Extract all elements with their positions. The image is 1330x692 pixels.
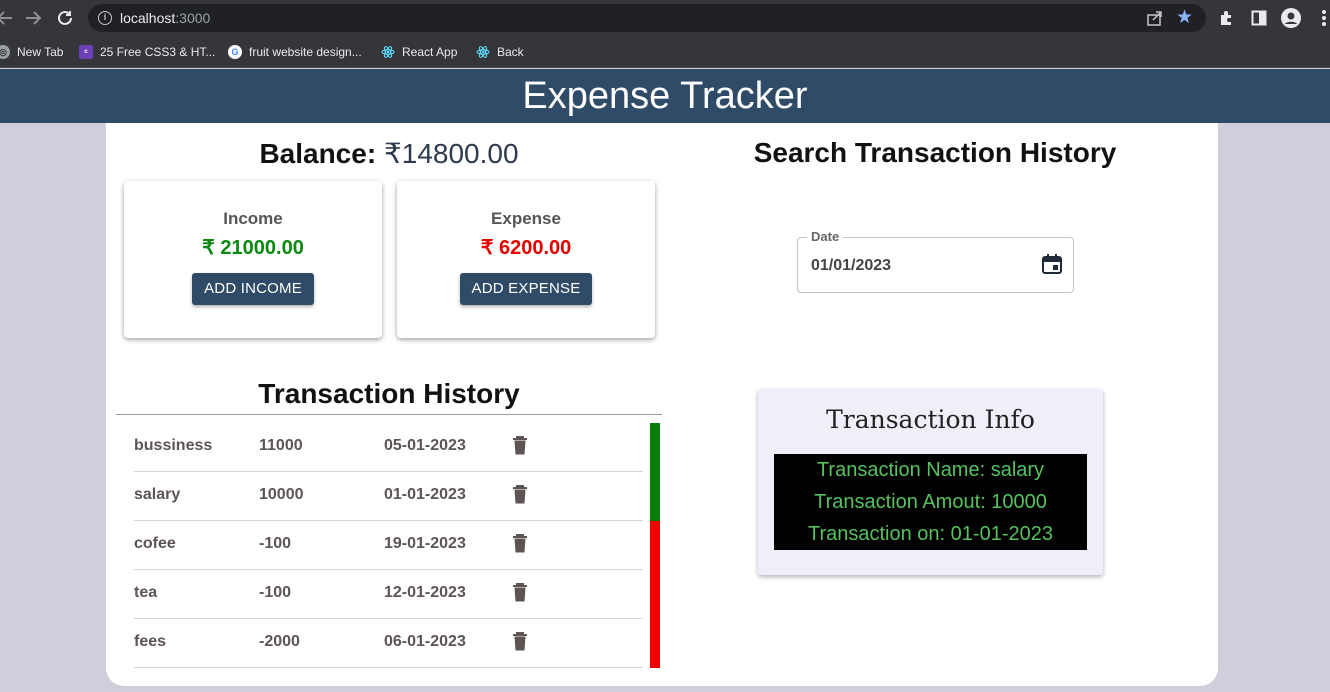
income-label: Income — [223, 209, 283, 228]
transaction-amount: -2000 — [259, 633, 300, 650]
transaction-info-name: Transaction Name: salary — [816, 459, 1045, 481]
transaction-name: fees — [134, 633, 167, 650]
delete-trash-icon[interactable] — [512, 533, 530, 555]
app-title: Expense Tracker — [522, 75, 808, 117]
globe-icon: ◎ — [0, 45, 10, 59]
transaction-info-title: Transaction Info — [826, 405, 1035, 434]
date-input[interactable]: 01/01/2023 — [811, 257, 891, 275]
react-icon — [476, 45, 490, 59]
add-income-button[interactable]: ADD INCOME — [192, 273, 314, 305]
transaction-amount: -100 — [259, 584, 292, 601]
add-expense-button[interactable]: ADD EXPENSE — [459, 273, 593, 305]
income-card: Income ₹ 21000.00 ADD INCOME — [124, 181, 382, 338]
colorlib-icon: c — [79, 45, 93, 59]
transaction-date: 12-01-2023 — [384, 584, 466, 601]
balance-label: Balance: — [259, 138, 377, 169]
bookmark-new-tab[interactable]: ◎ New Tab — [0, 43, 63, 61]
date-field-label: Date — [807, 229, 844, 244]
reload-icon[interactable] — [54, 7, 76, 29]
bookmarks-bar: ◎ New Tab c 25 Free CSS3 & HT... G fruit… — [0, 36, 1330, 68]
side-panel-icon[interactable] — [1249, 8, 1269, 28]
back-arrow-icon[interactable] — [0, 7, 16, 29]
share-icon[interactable] — [1146, 9, 1164, 27]
transaction-row: cofee -100 19-01-2023 — [134, 521, 643, 570]
browser-toolbar: i localhost:3000 ★ — [0, 0, 1330, 36]
delete-trash-icon[interactable] — [512, 484, 530, 506]
transaction-amount: 11000 — [259, 437, 303, 454]
bookmark-star-icon[interactable]: ★ — [1176, 6, 1193, 29]
calendar-icon[interactable] — [1041, 253, 1063, 275]
expense-label: Expense — [491, 209, 561, 228]
transaction-date: 19-01-2023 — [384, 535, 466, 552]
transaction-name: salary — [134, 486, 181, 503]
search-history-title: Search Transaction History — [753, 137, 1117, 168]
transaction-date: 06-01-2023 — [384, 633, 466, 650]
url-text: localhost:3000 — [120, 10, 211, 26]
bookmark-label: 25 Free CSS3 & HT... — [100, 45, 216, 59]
transaction-row: tea -100 12-01-2023 — [134, 570, 643, 619]
delete-trash-icon[interactable] — [512, 631, 530, 653]
address-bar[interactable]: i localhost:3000 ★ — [88, 4, 1206, 32]
transaction-row: fees -2000 06-01-2023 — [134, 619, 643, 668]
expense-indicator-bar — [650, 570, 660, 619]
profile-avatar-icon[interactable] — [1281, 8, 1301, 28]
transaction-name: bussiness — [134, 437, 213, 454]
transaction-amount: -100 — [259, 535, 292, 552]
bookmark-label: New Tab — [17, 45, 64, 59]
expense-indicator-bar — [650, 619, 660, 668]
bookmark-label: React App — [402, 45, 458, 59]
bookmark-css3[interactable]: c 25 Free CSS3 & HT... — [79, 43, 215, 61]
forward-arrow-icon[interactable] — [22, 7, 44, 29]
transaction-name: tea — [134, 584, 158, 601]
transaction-info-amount: Transaction Amout: 10000 — [814, 491, 1047, 513]
transaction-info-card: Transaction Info Transaction Name: salar… — [758, 389, 1103, 575]
transaction-info-details: Transaction Name: salary Transaction Amo… — [774, 454, 1087, 550]
income-indicator-bar — [650, 423, 660, 472]
delete-trash-icon[interactable] — [512, 582, 530, 604]
bookmark-react-app[interactable]: React App — [381, 43, 457, 61]
transaction-row: bussiness 11000 05-01-2023 — [134, 423, 643, 472]
income-amount: ₹ 21000.00 — [202, 237, 304, 259]
expense-card: Expense ₹ 6200.00 ADD EXPENSE — [397, 181, 655, 338]
transaction-amount: 10000 — [259, 486, 304, 503]
transaction-name: cofee — [134, 535, 176, 552]
bookmark-fruit-website[interactable]: G fruit website design... — [228, 43, 362, 61]
bookmark-label: fruit website design... — [249, 45, 362, 59]
date-picker-field[interactable]: Date 01/01/2023 — [797, 229, 1074, 293]
app-header: Expense Tracker — [0, 69, 1330, 123]
transaction-date: 05-01-2023 — [384, 437, 466, 454]
transaction-row: salary 10000 01-01-2023 — [134, 472, 643, 521]
bookmark-label: Back — [497, 45, 524, 59]
extensions-icon[interactable] — [1216, 8, 1236, 28]
bookmark-back[interactable]: Back — [476, 43, 524, 61]
balance-amount: ₹14800.00 — [383, 138, 519, 169]
delete-trash-icon[interactable] — [512, 435, 530, 457]
google-icon: G — [228, 45, 242, 59]
site-info-icon[interactable]: i — [98, 11, 112, 25]
balance-heading: Balance: ₹14800.00 — [106, 137, 672, 170]
expense-indicator-bar — [650, 521, 660, 570]
transaction-info-date: Transaction on: 01-01-2023 — [808, 523, 1053, 545]
transaction-history-title: Transaction History — [258, 378, 520, 409]
divider — [116, 414, 662, 415]
income-indicator-bar — [650, 472, 660, 521]
transaction-date: 01-01-2023 — [384, 486, 466, 503]
expense-amount: ₹ 6200.00 — [480, 237, 572, 259]
menu-kebab-icon[interactable] — [1314, 8, 1330, 28]
react-icon — [381, 45, 395, 59]
